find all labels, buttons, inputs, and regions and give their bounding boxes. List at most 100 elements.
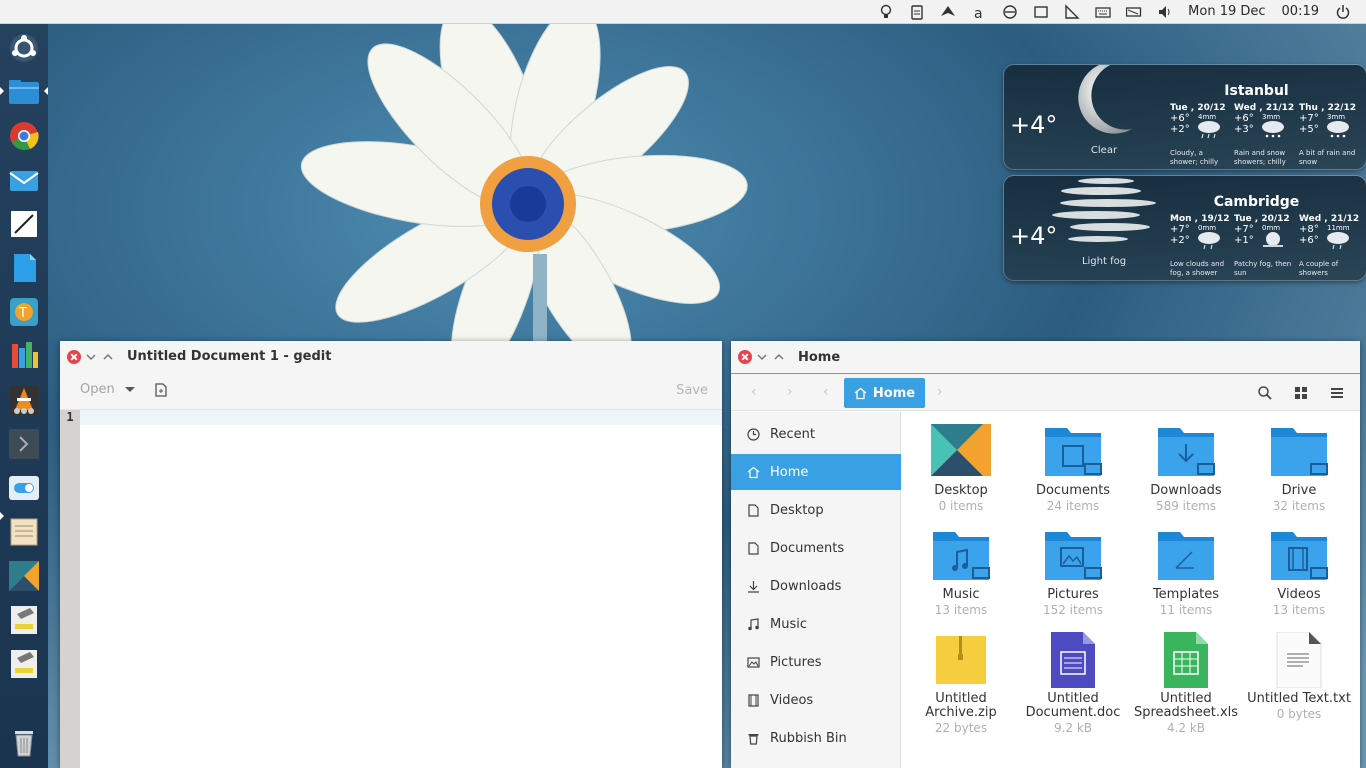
battery-icon[interactable] — [1118, 0, 1149, 24]
forecast-description: Patchy fog, then sun — [1234, 260, 1292, 277]
no-entry-icon[interactable] — [994, 0, 1025, 24]
fog-icon — [1052, 178, 1156, 242]
files-icon[interactable] — [8, 76, 40, 108]
sidebar-item-documents[interactable]: Documents — [731, 530, 901, 566]
ubuntu-dash-icon[interactable] — [8, 32, 40, 64]
volume-icon[interactable] — [1149, 0, 1180, 24]
sidebar-item-desktop[interactable]: Desktop — [731, 492, 901, 528]
gedit-toolbar: Open Save — [60, 372, 722, 410]
sidebar-item-downloads[interactable]: Downloads — [731, 568, 901, 604]
grid-view-icon[interactable] — [1293, 385, 1309, 401]
sidebar-item-label: Pictures — [770, 654, 822, 670]
forward-arrow-icon[interactable]: › — [787, 384, 793, 400]
text-editor-icon[interactable] — [8, 208, 40, 240]
files-titlebar[interactable]: Home — [731, 341, 1360, 373]
sidebar-item-label: Videos — [770, 692, 814, 708]
power-icon[interactable] — [1327, 0, 1358, 24]
toggle-app-icon[interactable] — [8, 472, 40, 504]
file-item[interactable]: Untitled Spreadsheet.xls 4.2 kB — [1129, 632, 1243, 736]
tool-icon[interactable]: T — [8, 296, 40, 328]
bird-icon[interactable] — [932, 0, 963, 24]
file-name: Downloads — [1150, 483, 1222, 498]
file-name: Videos — [1277, 587, 1321, 602]
text-editor-area[interactable] — [80, 410, 722, 425]
trash-icon[interactable] — [8, 726, 40, 758]
path-home-button[interactable]: Home — [844, 378, 925, 408]
forecast-day-name: Thu , 22/12 — [1299, 103, 1356, 113]
clock-date[interactable]: Mon 19 Dec — [1180, 4, 1273, 19]
clipboard-icon[interactable] — [901, 0, 932, 24]
archive-file-icon — [936, 636, 986, 684]
file-meta: 152 items — [1042, 603, 1104, 617]
file-item[interactable]: Pictures 152 items — [1016, 528, 1130, 618]
file-item[interactable]: Untitled Document.doc 9.2 kB — [1016, 632, 1130, 736]
forecast-day-name: Tue , 20/12 — [1170, 103, 1226, 113]
file-item[interactable]: Untitled Text.txt 0 bytes — [1242, 632, 1356, 722]
file-item[interactable]: Music 13 items — [904, 528, 1018, 618]
sidebar-item-recent[interactable]: Recent — [731, 416, 901, 452]
spreadsheet-app-icon[interactable] — [8, 340, 40, 372]
weather-widget-cambridge[interactable]: +4° Light fog Cambridge Mon , 19/12 +7° … — [1004, 176, 1366, 280]
ruler-icon[interactable] — [1056, 0, 1087, 24]
minimize-icon[interactable] — [755, 350, 769, 364]
vlc-icon[interactable] — [8, 384, 40, 416]
file-item[interactable]: Downloads 589 items — [1129, 424, 1243, 514]
a-accent-icon[interactable]: a — [963, 0, 994, 24]
notes-icon[interactable] — [8, 516, 40, 548]
new-document-button[interactable] — [154, 383, 168, 401]
lightbulb-icon[interactable] — [870, 0, 901, 24]
file-item[interactable]: Untitled Archive.zip 22 bytes — [904, 632, 1018, 736]
chrome-icon[interactable] — [8, 120, 40, 152]
files-sidebar: Recent Home Desktop Documents Downloads … — [731, 412, 901, 768]
file-grid: Desktop 0 items Documents 24 items Downl… — [901, 412, 1360, 768]
bracket-icon[interactable] — [1025, 0, 1056, 24]
menu-icon[interactable] — [1329, 385, 1345, 401]
maximize-icon[interactable] — [101, 350, 115, 364]
forecast-day: Tue , 20/12 +7° +1° 0mm Patchy fog, then… — [1234, 214, 1296, 277]
mail-icon[interactable] — [8, 164, 40, 196]
sidebar-item-home[interactable]: Home — [731, 454, 901, 490]
sidebar-item-pictures[interactable]: Pictures — [731, 644, 901, 680]
file-meta: 13 items — [934, 603, 988, 617]
save-button[interactable]: Save — [676, 383, 708, 398]
video-icon — [746, 693, 760, 707]
path-right-icon[interactable]: › — [937, 384, 943, 400]
sidebar-item-music[interactable]: Music — [731, 606, 901, 642]
launcher-running-pip — [0, 87, 4, 95]
file-item[interactable]: Templates 11 items — [1129, 528, 1243, 618]
window-title: Home — [798, 349, 841, 365]
open-button[interactable]: Open — [80, 382, 135, 397]
file-item[interactable]: Videos 13 items — [1242, 528, 1356, 618]
current-temp: +4° — [1010, 111, 1058, 139]
sidebar-item-videos[interactable]: Videos — [731, 682, 901, 718]
forecast-day: Wed , 21/12 +8° +6° 11mm A couple of sho… — [1299, 214, 1361, 277]
close-icon[interactable] — [738, 350, 752, 364]
installer-2-icon[interactable] — [8, 648, 40, 680]
document-icon[interactable] — [8, 252, 40, 284]
keyboard-icon[interactable] — [1087, 0, 1118, 24]
cloud-shower-icon — [1198, 232, 1220, 250]
file-meta: 13 items — [1272, 603, 1326, 617]
fog-sun-icon — [1263, 232, 1283, 247]
file-item[interactable]: Desktop 0 items — [904, 424, 1018, 514]
clock-time[interactable]: 00:19 — [1274, 4, 1327, 19]
forecast-day: Thu , 22/12 +7° +5° 3mm A bit of rain an… — [1299, 103, 1361, 166]
file-item[interactable]: Drive 32 items — [1242, 424, 1356, 514]
maximize-icon[interactable] — [772, 350, 786, 364]
terminal-icon[interactable] — [8, 428, 40, 460]
gedit-titlebar[interactable]: Untitled Document 1 - gedit — [60, 341, 722, 372]
close-icon[interactable] — [67, 349, 81, 364]
file-meta: 0 bytes — [1276, 707, 1322, 721]
svg-text:T: T — [18, 306, 27, 321]
path-left-icon[interactable]: ‹ — [823, 384, 829, 400]
files-window: Home ‹ › ‹ Home › Recent Home Desktop Do… — [731, 341, 1360, 768]
search-icon[interactable] — [1257, 385, 1273, 401]
installer-icon[interactable] — [8, 604, 40, 636]
file-item[interactable]: Documents 24 items — [1016, 424, 1130, 514]
back-arrow-icon[interactable]: ‹ — [751, 384, 757, 400]
music-folder-icon — [933, 532, 990, 580]
sidebar-item-rubbish-bin[interactable]: Rubbish Bin — [731, 720, 901, 756]
weather-widget-istanbul[interactable]: +4° Clear Istanbul Tue , 20/12 +6° +2° 4… — [1004, 65, 1366, 169]
minimize-icon[interactable] — [84, 350, 98, 364]
kde-icon[interactable] — [8, 560, 40, 592]
